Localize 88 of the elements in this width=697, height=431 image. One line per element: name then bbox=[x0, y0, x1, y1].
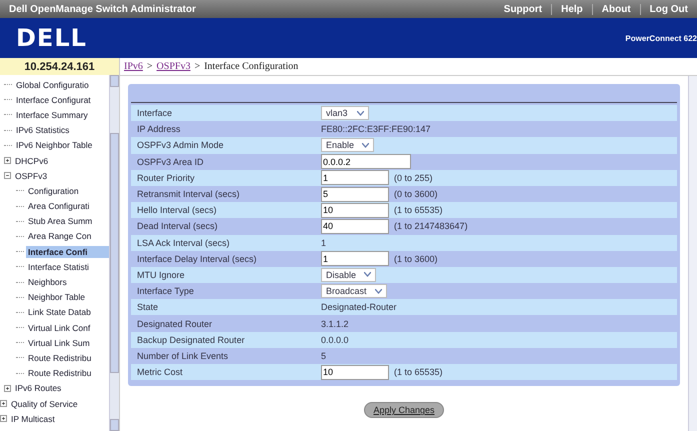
input-field[interactable]: 1 bbox=[321, 251, 389, 266]
tree-item[interactable]: Interface Statisti bbox=[26, 260, 91, 273]
top-link[interactable]: Help bbox=[551, 4, 592, 14]
tree-item[interactable]: Virtual Link Sum bbox=[26, 336, 92, 349]
tree-item[interactable]: IPv6 Neighbor Table bbox=[14, 139, 94, 152]
tree-item[interactable]: Link State Datab bbox=[26, 306, 93, 318]
field-label: OSPFv3 Admin Mode bbox=[136, 140, 225, 150]
breadcrumb-link[interactable]: OSPFv3 bbox=[156, 61, 190, 72]
tree-item[interactable]: Interface Configurat bbox=[14, 94, 93, 106]
tree-item[interactable]: DHCPv6 bbox=[13, 154, 50, 167]
field-label: Dead Interval (secs) bbox=[136, 221, 219, 232]
field-label: Interface bbox=[136, 108, 174, 118]
caret-icon bbox=[362, 142, 370, 148]
field-label: MTU Ignore bbox=[136, 270, 186, 280]
field-value: 5 bbox=[321, 350, 326, 361]
tree-item[interactable]: Interface Summary bbox=[14, 108, 90, 121]
range-hint: (1 to 2147483647) bbox=[394, 221, 468, 232]
tree-item[interactable]: Area Range Con bbox=[26, 230, 94, 242]
field-label: Backup Designated Router bbox=[136, 334, 246, 345]
tree-item[interactable]: Neighbor Table bbox=[26, 291, 88, 304]
plus-box-icon[interactable] bbox=[0, 415, 7, 422]
dropdown[interactable]: vlan3 bbox=[321, 106, 369, 120]
field-label: Designated Router bbox=[136, 318, 214, 329]
app-title: Dell OpenManage Switch Administrator bbox=[9, 4, 196, 14]
plus-box-icon[interactable] bbox=[0, 400, 7, 408]
field-value: 1 bbox=[321, 238, 326, 248]
breadcrumb-separator: > bbox=[194, 61, 200, 72]
tree-item[interactable]: Route Redistribu bbox=[26, 367, 94, 380]
ip-address: 10.254.24.161 bbox=[0, 58, 119, 75]
input-field[interactable]: 0.0.0.2 bbox=[321, 154, 411, 170]
field-label: Interface Type bbox=[136, 286, 195, 296]
scrollbar[interactable] bbox=[109, 75, 119, 431]
caret-icon bbox=[374, 288, 382, 294]
tree-item[interactable]: Configuration bbox=[26, 184, 81, 197]
tree-item[interactable]: OSPFv3 bbox=[13, 170, 50, 182]
top-link[interactable]: Support bbox=[494, 4, 552, 14]
top-link[interactable]: About bbox=[592, 4, 640, 14]
breadcrumb-link[interactable]: IPv6 bbox=[124, 61, 143, 72]
range-hint: (1 to 3600) bbox=[394, 254, 438, 264]
range-hint: (0 to 255) bbox=[394, 172, 433, 183]
tree-item[interactable]: Area Configurati bbox=[26, 200, 92, 212]
dropdown[interactable]: Disable bbox=[321, 268, 376, 282]
field-value: FE80::2FC:E3FF:FE90:147 bbox=[321, 124, 431, 134]
tree-item[interactable]: Quality of Service bbox=[9, 398, 80, 410]
tree-item[interactable]: Route Redistribu bbox=[26, 352, 94, 364]
field-label: Router Priority bbox=[136, 172, 196, 183]
tree-item[interactable]: Global Configuratio bbox=[14, 78, 91, 91]
field-label: State bbox=[136, 302, 160, 312]
range-hint: (1 to 65535) bbox=[394, 367, 443, 378]
dropdown[interactable]: Enable bbox=[321, 138, 374, 152]
tree-item[interactable]: Neighbors bbox=[26, 276, 69, 288]
top-link[interactable]: Log Out bbox=[640, 4, 697, 14]
range-hint: (0 to 3600) bbox=[394, 189, 438, 200]
caret-icon bbox=[364, 272, 372, 278]
field-label: LSA Ack Interval (secs) bbox=[136, 238, 231, 248]
dropdown[interactable]: Broadcast bbox=[321, 284, 387, 298]
field-label: Hello Interval (secs) bbox=[136, 205, 218, 216]
plus-box-icon[interactable] bbox=[4, 157, 11, 164]
field-label: Number of Link Events bbox=[136, 350, 230, 361]
tree-item[interactable]: Interface Confi bbox=[26, 246, 109, 258]
scrollbar[interactable] bbox=[688, 76, 697, 431]
field-label: OSPFv3 Area ID bbox=[136, 156, 205, 167]
input-field[interactable]: 5 bbox=[321, 186, 389, 202]
breadcrumb-separator: > bbox=[146, 61, 153, 72]
input-field[interactable]: 10 bbox=[321, 364, 389, 380]
tree-item[interactable]: IPv6 Statistics bbox=[14, 124, 72, 136]
input-field[interactable]: 40 bbox=[321, 218, 389, 234]
logo: DELL bbox=[16, 24, 87, 52]
caret-icon bbox=[357, 110, 364, 116]
plus-box-icon[interactable] bbox=[4, 384, 11, 392]
range-hint: (1 to 65535) bbox=[394, 205, 443, 216]
field-value: Designated-Router bbox=[321, 302, 397, 312]
field-value: 3.1.1.2 bbox=[321, 318, 349, 329]
minus-box-icon[interactable] bbox=[4, 172, 11, 180]
field-label: Metric Cost bbox=[136, 367, 184, 378]
field-value: 0.0.0.0 bbox=[321, 334, 349, 345]
field-label: Interface Delay Interval (secs) bbox=[136, 254, 258, 264]
tree-item[interactable]: Stub Area Summ bbox=[26, 215, 94, 228]
breadcrumb-current: Interface Configuration bbox=[204, 61, 298, 72]
field-label: Retransmit Interval (secs) bbox=[136, 189, 241, 200]
input-field[interactable]: 1 bbox=[321, 170, 389, 186]
tree-item[interactable]: IPv6 Routes bbox=[13, 382, 64, 394]
field-label: IP Address bbox=[136, 124, 182, 134]
tree-item[interactable]: Virtual Link Conf bbox=[26, 322, 92, 334]
model-name: PowerConnect 622 bbox=[625, 34, 697, 42]
tree-item[interactable]: IP Multicast bbox=[9, 412, 57, 425]
apply-changes-button[interactable]: Apply Changes bbox=[364, 402, 444, 418]
input-field[interactable]: 10 bbox=[321, 202, 389, 218]
